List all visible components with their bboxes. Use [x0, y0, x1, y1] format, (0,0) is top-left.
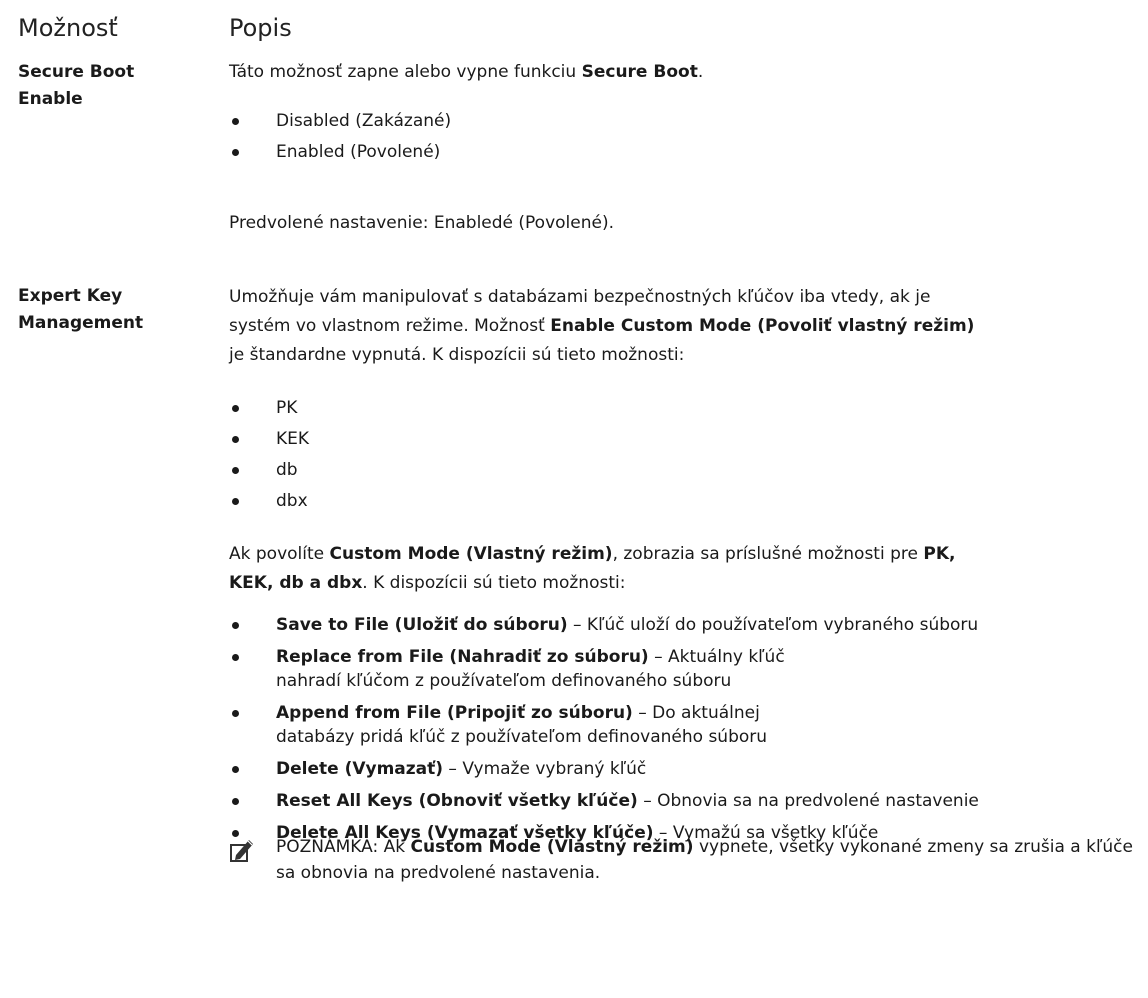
note-label: POZNÁMKA:: [276, 837, 379, 857]
list-item: Reset All Keys (Obnoviť všetky kľúče) – …: [229, 789, 1144, 813]
option-term-secure-boot: Secure Boot Enable: [18, 59, 134, 113]
list-item: dbx: [229, 488, 1144, 519]
list-item: Disabled (Zakázané): [229, 108, 1144, 139]
list-item: Enabled (Povolené): [229, 139, 1144, 170]
list-item: KEK: [229, 426, 1144, 457]
expert-key-paragraph: Umožňuje vám manipulovať s databázami be…: [229, 287, 975, 365]
secure-boot-default: Predvolené nastavenie: Enabledé (Povolen…: [229, 213, 614, 233]
key-database-list: PK KEK db dbx: [229, 395, 1144, 519]
pencil-note-icon: [230, 840, 253, 862]
list-item: Delete (Vymazať) – Vymaže vybraný kľúč: [229, 757, 1144, 781]
list-item: PK: [229, 395, 1144, 426]
list-item: Append from File (Pripojiť zo súboru) – …: [229, 701, 816, 749]
secure-boot-intro: Táto možnosť zapne alebo vypne funkciu S…: [229, 62, 704, 82]
term-line: Secure Boot: [18, 62, 135, 82]
column-header-option: Možnosť: [18, 14, 118, 42]
secure-boot-options: Disabled (Zakázané) Enabled (Povolené): [229, 108, 1144, 170]
custom-mode-paragraph: Ak povolíte Custom Mode (Vlastný režim),…: [229, 544, 956, 593]
term-line: Management: [18, 313, 144, 333]
note-text: POZNÁMKA: Ak Custom Mode (Vlastný režim)…: [276, 837, 1133, 883]
column-header-description: Popis: [229, 14, 292, 42]
list-item: Replace from File (Nahradiť zo súboru) –…: [229, 645, 816, 693]
list-item: Save to File (Uložiť do súboru) – Kľúč u…: [229, 613, 1144, 637]
option-term-expert-key-management: Expert Key Management: [18, 283, 143, 337]
term-line: Expert Key: [18, 286, 123, 306]
list-item: db: [229, 457, 1144, 488]
term-line: Enable: [18, 89, 83, 109]
key-actions-list: Save to File (Uložiť do súboru) – Kľúč u…: [229, 613, 1144, 853]
